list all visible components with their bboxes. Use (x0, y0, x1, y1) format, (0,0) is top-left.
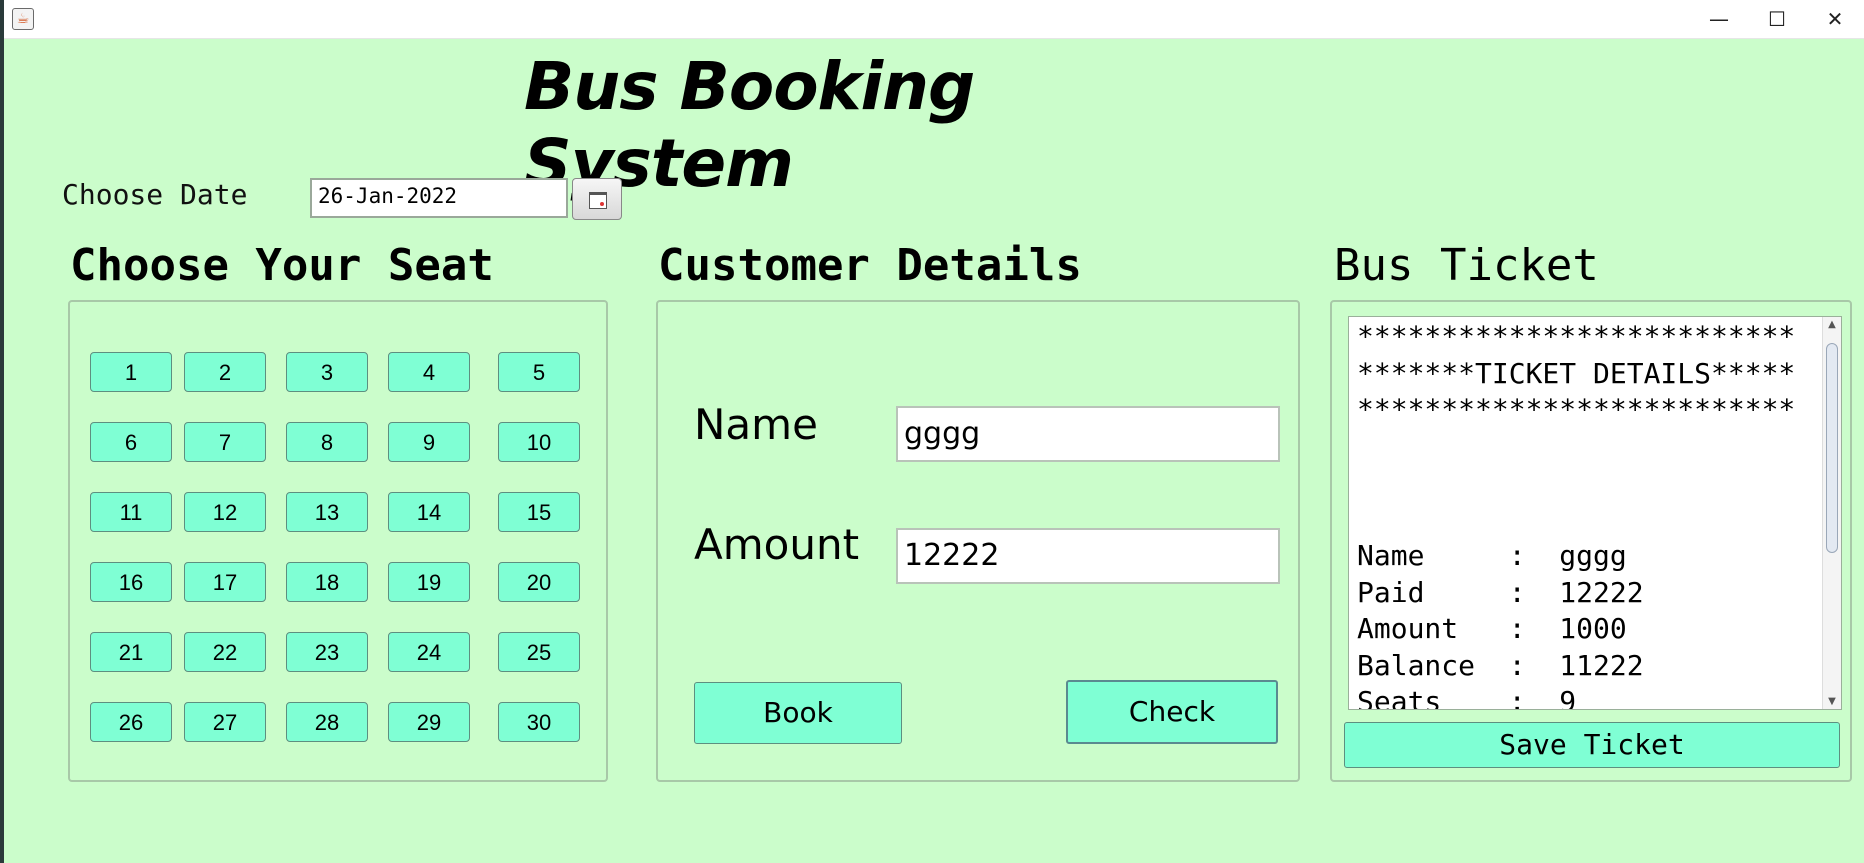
seat-button-10[interactable]: 10 (498, 422, 580, 462)
name-label: Name (694, 400, 818, 449)
ticket-line: Seats : 9 (1357, 685, 1577, 710)
amount-label: Amount (694, 520, 860, 569)
title-bar: ☕ — ☐ ✕ (4, 0, 1864, 39)
ticket-line: Name : gggg (1357, 539, 1627, 572)
seat-button-21[interactable]: 21 (90, 632, 172, 672)
customer-section-heading: Customer Details (658, 240, 1082, 291)
name-input[interactable]: gggg (896, 406, 1280, 462)
seat-button-17[interactable]: 17 (184, 562, 266, 602)
seat-button-2[interactable]: 2 (184, 352, 266, 392)
date-picker-button[interactable] (572, 178, 622, 220)
seat-button-12[interactable]: 12 (184, 492, 266, 532)
calendar-icon (589, 192, 607, 209)
seat-button-19[interactable]: 19 (388, 562, 470, 602)
seat-button-29[interactable]: 29 (388, 702, 470, 742)
ticket-text-area[interactable]: ************************** *******TICKET … (1348, 316, 1842, 710)
seat-button-22[interactable]: 22 (184, 632, 266, 672)
maximize-button[interactable]: ☐ (1748, 0, 1806, 38)
seat-button-9[interactable]: 9 (388, 422, 470, 462)
java-app-icon: ☕ (12, 8, 34, 30)
seat-button-26[interactable]: 26 (90, 702, 172, 742)
date-field[interactable]: 26-Jan-2022 (310, 178, 568, 218)
ticket-section-heading: Bus Ticket (1334, 240, 1599, 291)
close-button[interactable]: ✕ (1806, 0, 1864, 38)
seat-button-16[interactable]: 16 (90, 562, 172, 602)
minimize-button[interactable]: — (1690, 0, 1748, 38)
seat-button-11[interactable]: 11 (90, 492, 172, 532)
ticket-line: Paid : 12222 (1357, 575, 1644, 609)
seat-button-23[interactable]: 23 (286, 632, 368, 672)
page-title: Bus Booking System (524, 48, 975, 202)
ticket-scrollbar[interactable]: ▲ ▼ (1822, 317, 1841, 709)
seat-button-4[interactable]: 4 (388, 352, 470, 392)
seat-button-6[interactable]: 6 (90, 422, 172, 462)
seat-button-8[interactable]: 8 (286, 422, 368, 462)
save-ticket-button[interactable]: Save Ticket (1344, 722, 1840, 768)
seat-button-1[interactable]: 1 (90, 352, 172, 392)
ticket-details-text: ************************** *******TICKET … (1357, 319, 1817, 710)
seat-button-5[interactable]: 5 (498, 352, 580, 392)
seat-button-28[interactable]: 28 (286, 702, 368, 742)
ticket-line: Amount : 1000 (1357, 612, 1627, 645)
seat-section-heading: Choose Your Seat (70, 240, 494, 291)
book-button[interactable]: Book (694, 682, 902, 744)
scroll-up-arrow-icon[interactable]: ▲ (1823, 319, 1841, 330)
app-window: ☕ — ☐ ✕ Bus Booking System Choose Date 2… (4, 0, 1864, 863)
seat-button-20[interactable]: 20 (498, 562, 580, 602)
ticket-line: Balance : 11222 (1357, 648, 1644, 682)
ticket-line: *******TICKET DETAILS***** (1357, 356, 1796, 390)
seat-button-18[interactable]: 18 (286, 562, 368, 602)
seat-button-7[interactable]: 7 (184, 422, 266, 462)
check-button[interactable]: Check (1066, 680, 1278, 744)
seat-button-15[interactable]: 15 (498, 492, 580, 532)
ticket-line (1357, 502, 1817, 539)
ticket-line: ************************** (1357, 320, 1796, 353)
ticket-line: ************************** (1357, 393, 1796, 426)
choose-date-label: Choose Date (62, 178, 248, 211)
ticket-line (1357, 429, 1817, 466)
seat-button-30[interactable]: 30 (498, 702, 580, 742)
seat-button-27[interactable]: 27 (184, 702, 266, 742)
seat-button-25[interactable]: 25 (498, 632, 580, 672)
ticket-line (1357, 465, 1817, 502)
scroll-down-arrow-icon[interactable]: ▼ (1823, 696, 1841, 707)
seat-button-24[interactable]: 24 (388, 632, 470, 672)
seat-button-14[interactable]: 14 (388, 492, 470, 532)
seat-button-13[interactable]: 13 (286, 492, 368, 532)
amount-input[interactable]: 12222 (896, 528, 1280, 584)
scroll-thumb[interactable] (1826, 343, 1838, 553)
seat-button-3[interactable]: 3 (286, 352, 368, 392)
